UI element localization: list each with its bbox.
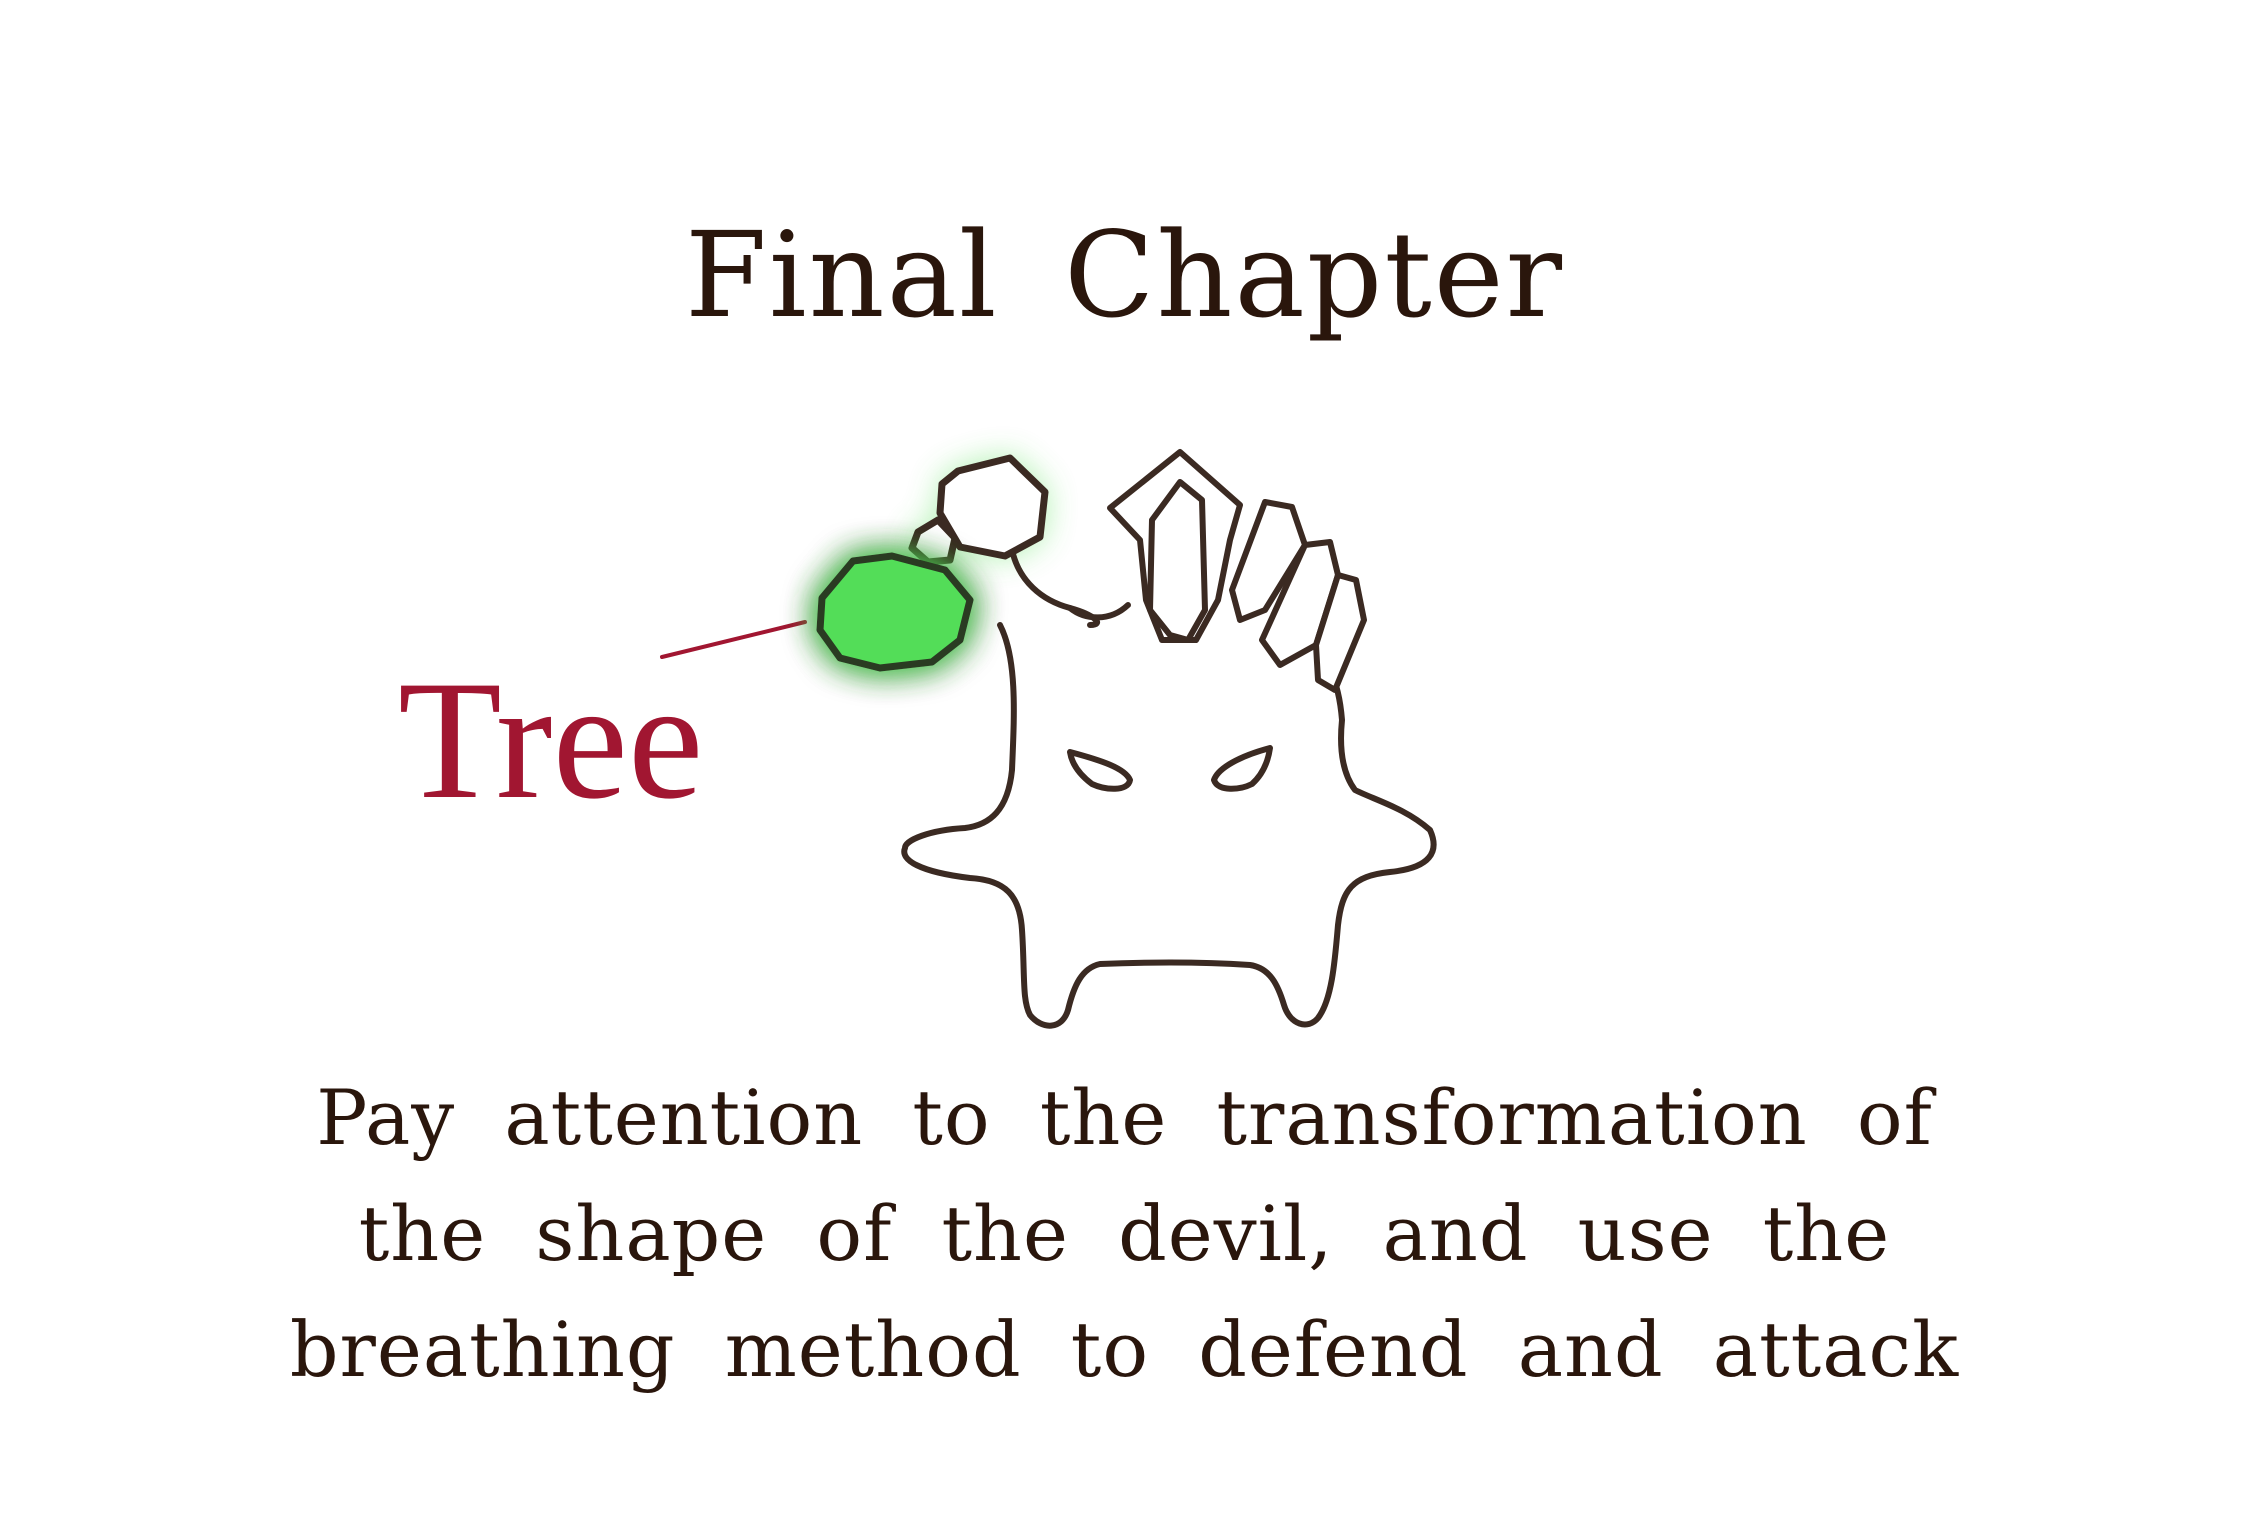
right-eye <box>1211 745 1273 792</box>
devil-body <box>901 587 1437 1029</box>
hint-line-1: Pay attention to the transformation of <box>316 1073 1933 1162</box>
octagon-node <box>936 454 1049 560</box>
crown-base <box>1067 602 1131 621</box>
hint-line-2: the shape of the devil, and use the <box>358 1189 1891 1278</box>
tree-element-highlight <box>816 552 974 672</box>
hint-text: Pay attention to the transformation of t… <box>0 1060 2249 1408</box>
game-screen: Final Chapter Tree Pay attention to the … <box>0 0 2249 1520</box>
left-eye <box>1067 749 1133 792</box>
tree-label: Tree <box>398 646 704 834</box>
hint-line-3: breathing method to defend and attack <box>289 1305 1960 1394</box>
